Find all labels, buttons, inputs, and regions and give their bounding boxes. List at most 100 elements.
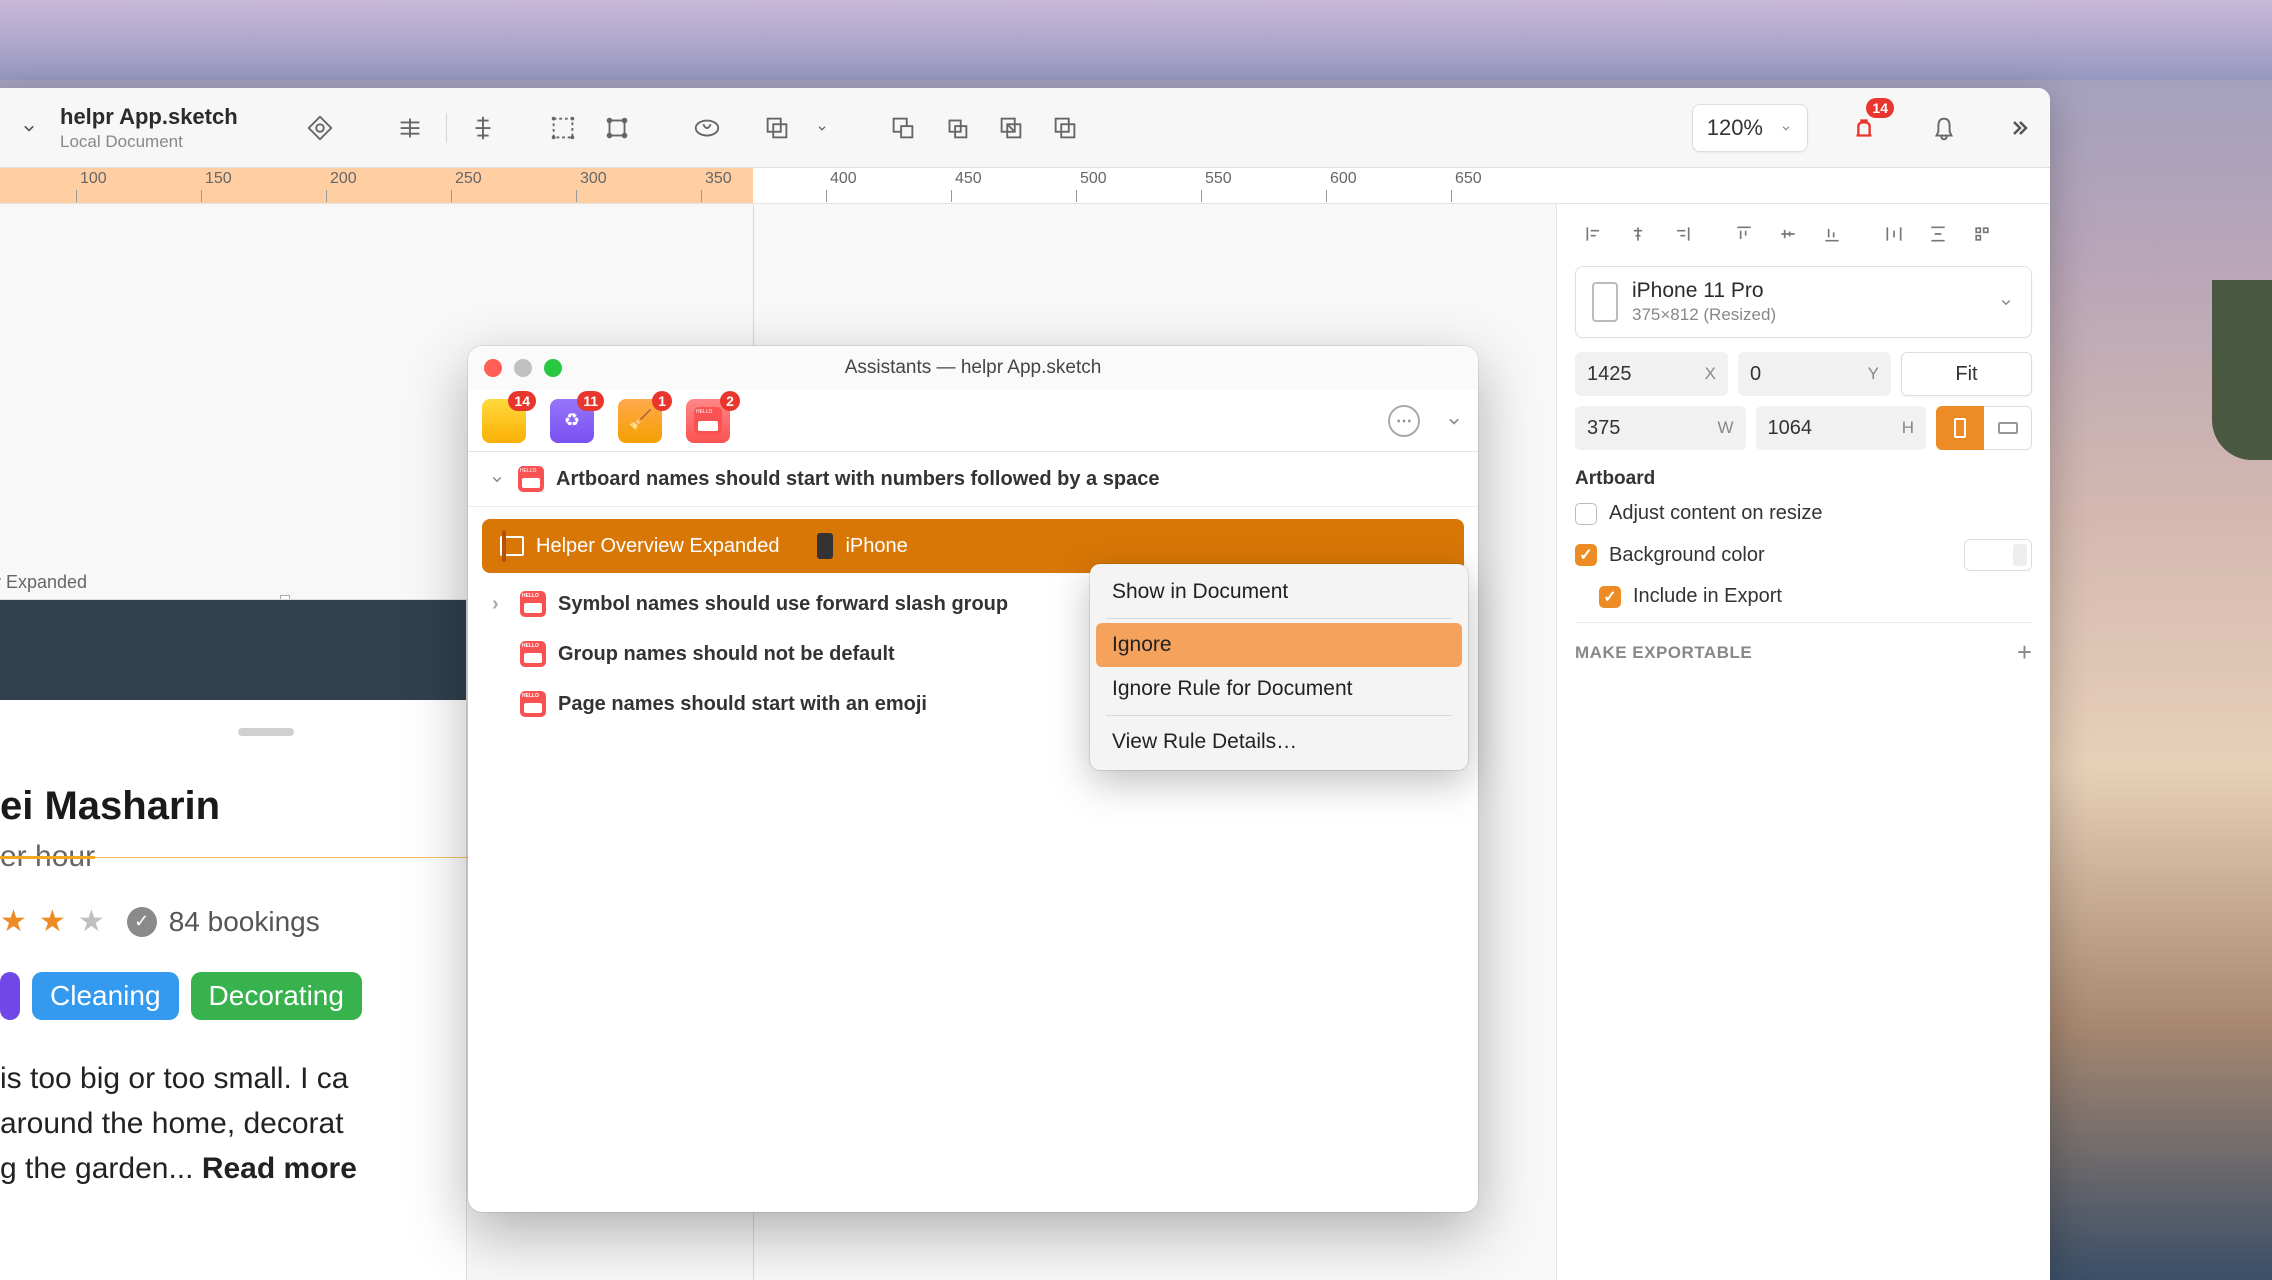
landscape-button[interactable] xyxy=(1984,406,2032,450)
boolean-dropdown[interactable] xyxy=(807,110,837,146)
inspector-panel: iPhone 11 Pro 375×812 (Resized) X Y Fit … xyxy=(1556,204,2050,1280)
assistants-badge: 14 xyxy=(1866,98,1894,118)
star-icon: ★ xyxy=(78,904,105,939)
align-bottom-icon[interactable] xyxy=(1813,218,1851,250)
close-window-button[interactable] xyxy=(484,359,502,377)
horizontal-ruler: 100 150 200 250 300 350 400 450 500 550 … xyxy=(0,168,2050,204)
menu-ignore[interactable]: Ignore xyxy=(1096,623,1462,667)
assistant-tab[interactable]: 14 xyxy=(482,399,526,443)
chevron-down-icon xyxy=(1997,293,2015,311)
context-menu: Show in Document Ignore Ignore Rule for … xyxy=(1090,564,1468,770)
assistant-tab[interactable]: ♻11 xyxy=(550,399,594,443)
difference-icon[interactable] xyxy=(1041,104,1089,152)
assistants-window: Assistants — helpr App.sketch 14 ♻11 🧹1 … xyxy=(468,346,1478,1212)
notifications-icon[interactable] xyxy=(1920,104,1968,152)
background-color-row[interactable]: Background color xyxy=(1575,539,2032,571)
rule-group-header[interactable]: Artboard names should start with numbers… xyxy=(468,452,1478,507)
violation-device: iPhone xyxy=(845,535,907,558)
intersect-icon[interactable] xyxy=(987,104,1035,152)
fit-button[interactable]: Fit xyxy=(1901,352,2032,396)
align-top-icon[interactable] xyxy=(1725,218,1763,250)
document-subtitle: Local Document xyxy=(60,132,260,152)
chevron-down-icon xyxy=(488,470,506,488)
tidy-icon[interactable] xyxy=(1963,218,2001,250)
assistants-more-button[interactable]: ⋯ xyxy=(1388,405,1420,437)
y-input[interactable]: Y xyxy=(1738,352,1891,396)
tag-cleaning: Cleaning xyxy=(32,972,179,1020)
profile-name: ei Masharin xyxy=(0,784,220,829)
assistants-tabs: 14 ♻11 🧹1 2 ⋯ xyxy=(468,390,1478,452)
portrait-button[interactable] xyxy=(1936,406,1984,450)
chevron-right-icon: › xyxy=(492,593,508,616)
rule-title: Artboard names should start with numbers… xyxy=(556,468,1159,491)
adjust-content-row[interactable]: Adjust content on resize xyxy=(1575,502,2032,525)
toolbar: helpr App.sketch Local Document 120% 14 xyxy=(0,88,2050,168)
align-controls xyxy=(1575,218,2032,250)
resize-icon[interactable] xyxy=(539,104,587,152)
align-center-v-icon[interactable] xyxy=(1769,218,1807,250)
rule-icon xyxy=(520,641,546,667)
assistants-titlebar[interactable]: Assistants — helpr App.sketch xyxy=(468,346,1478,390)
menu-ignore-rule[interactable]: Ignore Rule for Document xyxy=(1096,667,1462,711)
h-input[interactable]: H xyxy=(1756,406,1927,450)
zoom-select[interactable]: 120% xyxy=(1692,104,1808,152)
device-preset[interactable]: iPhone 11 Pro 375×812 (Resized) xyxy=(1575,266,2032,338)
color-swatch[interactable] xyxy=(1964,539,2032,571)
tag-decorating: Decorating xyxy=(191,972,362,1020)
drag-handle[interactable] xyxy=(238,728,294,736)
device-icon xyxy=(817,533,833,559)
zoom-window-button[interactable] xyxy=(544,359,562,377)
w-input[interactable]: W xyxy=(1575,406,1746,450)
device-name: iPhone 11 Pro xyxy=(1632,279,1983,303)
checkbox-checked[interactable] xyxy=(1599,586,1621,608)
align-horizontal-icon[interactable] xyxy=(386,104,434,152)
make-exportable-row[interactable]: MAKE EXPORTABLE + xyxy=(1575,622,2032,668)
align-vertical-icon[interactable] xyxy=(459,104,507,152)
zoom-value: 120% xyxy=(1707,115,1763,141)
insert-icon[interactable] xyxy=(296,104,344,152)
orientation-toggle xyxy=(1936,406,2032,450)
assistant-tab[interactable]: 🧹1 xyxy=(618,399,662,443)
bookings-count: 84 bookings xyxy=(169,906,320,938)
union-icon[interactable] xyxy=(879,104,927,152)
assistants-icon[interactable]: 14 xyxy=(1840,104,1888,152)
document-title: helpr App.sketch xyxy=(60,104,260,130)
back-button[interactable] xyxy=(14,110,44,146)
checkbox-checked[interactable] xyxy=(1575,544,1597,566)
plus-icon[interactable]: + xyxy=(2017,637,2032,668)
menu-show-in-document[interactable]: Show in Document xyxy=(1096,570,1462,614)
include-export-row[interactable]: Include in Export xyxy=(1599,585,2032,608)
toolbar-overflow[interactable] xyxy=(2000,116,2036,140)
artboard-section-title: Artboard xyxy=(1575,468,2032,490)
minimize-window-button[interactable] xyxy=(514,359,532,377)
rating-row: ★★★ ✓ 84 bookings xyxy=(0,904,320,939)
profile-bio: is too big or too small. I ca around the… xyxy=(0,1056,357,1191)
distribute-h-icon[interactable] xyxy=(1875,218,1913,250)
menu-separator xyxy=(1106,618,1452,619)
rule-icon xyxy=(518,466,544,492)
profile-rate: er hour xyxy=(0,840,95,874)
chevron-down-icon[interactable] xyxy=(1444,411,1464,431)
read-more-link[interactable]: Read more xyxy=(202,1152,357,1185)
checkbox[interactable] xyxy=(1575,503,1597,525)
menu-view-details[interactable]: View Rule Details… xyxy=(1096,720,1462,764)
traffic-lights xyxy=(484,359,562,377)
rule-icon xyxy=(520,691,546,717)
artboard-label[interactable]: v Expanded xyxy=(0,572,87,593)
align-right-icon[interactable] xyxy=(1663,218,1701,250)
artboard-icon xyxy=(500,536,524,556)
assistant-tab[interactable]: 2 xyxy=(686,399,730,443)
tag xyxy=(0,972,20,1020)
transform-icon[interactable] xyxy=(593,104,641,152)
align-left-icon[interactable] xyxy=(1575,218,1613,250)
assistants-window-title: Assistants — helpr App.sketch xyxy=(845,357,1102,379)
align-center-h-icon[interactable] xyxy=(1619,218,1657,250)
distribute-v-icon[interactable] xyxy=(1919,218,1957,250)
mask-icon[interactable] xyxy=(683,104,731,152)
rule-icon xyxy=(520,591,546,617)
star-icon: ★ xyxy=(39,904,66,939)
verified-icon: ✓ xyxy=(127,907,157,937)
boolean-icon[interactable] xyxy=(753,104,801,152)
x-input[interactable]: X xyxy=(1575,352,1728,396)
subtract-icon[interactable] xyxy=(933,104,981,152)
